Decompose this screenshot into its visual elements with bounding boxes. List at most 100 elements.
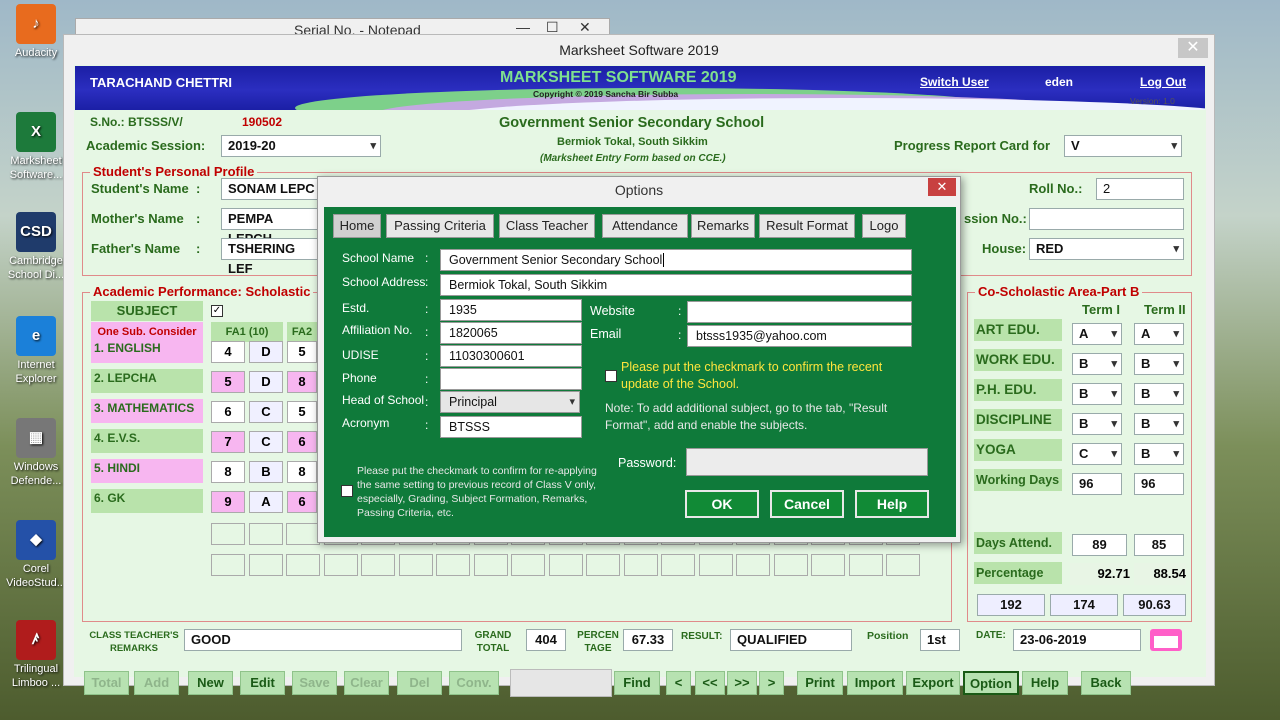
- tab-logo[interactable]: Logo: [862, 214, 906, 238]
- convert-button[interactable]: Conv.: [449, 671, 499, 695]
- udise-input[interactable]: 11030300601: [440, 345, 582, 367]
- school-name-input[interactable]: Government Senior Secondary School: [440, 249, 912, 271]
- fa2-score[interactable]: 5: [287, 341, 317, 363]
- fa1-grade[interactable]: C: [249, 401, 283, 423]
- school-address-input[interactable]: Bermiok Tokal, South Sikkim: [440, 274, 912, 296]
- export-button[interactable]: Export: [906, 671, 960, 695]
- coscholastic-t2-select[interactable]: A: [1134, 323, 1184, 345]
- affiliation-input[interactable]: 1820065: [440, 322, 582, 344]
- print-button[interactable]: Print: [797, 671, 843, 695]
- fa1-score[interactable]: 9: [211, 491, 245, 513]
- fa2-score[interactable]: 8: [287, 371, 317, 393]
- mother-name-input[interactable]: PEMPA LEPCH: [221, 208, 321, 246]
- coscholastic-t1-select[interactable]: A: [1072, 323, 1122, 345]
- add-button[interactable]: Add: [134, 671, 179, 695]
- website-input[interactable]: [687, 301, 912, 323]
- session-select[interactable]: 2019-20: [221, 135, 381, 157]
- empty-cell[interactable]: [548, 554, 583, 576]
- coscholastic-t1-select[interactable]: B: [1072, 383, 1122, 405]
- empty-cell[interactable]: [398, 554, 433, 576]
- empty-cell[interactable]: [286, 523, 320, 545]
- fa1-score[interactable]: 8: [211, 461, 245, 483]
- back-button[interactable]: Back: [1081, 671, 1131, 695]
- head-of-school-select[interactable]: Principal: [440, 391, 580, 413]
- empty-cell[interactable]: [811, 554, 845, 576]
- delete-button[interactable]: Del: [397, 671, 442, 695]
- fa1-score[interactable]: 5: [211, 371, 245, 393]
- fa1-score[interactable]: 7: [211, 431, 245, 453]
- fa1-grade[interactable]: D: [249, 371, 283, 393]
- house-select[interactable]: RED: [1029, 238, 1184, 260]
- next-button[interactable]: >: [759, 671, 784, 695]
- tab-remarks[interactable]: Remarks: [691, 214, 755, 238]
- empty-cell[interactable]: [323, 554, 358, 576]
- empty-cell[interactable]: [886, 554, 920, 576]
- empty-cell[interactable]: [286, 554, 320, 576]
- coscholastic-t2-select[interactable]: B: [1134, 353, 1184, 375]
- find-button[interactable]: Find: [614, 671, 660, 695]
- estd-input[interactable]: 1935: [440, 299, 582, 321]
- calendar-icon[interactable]: [1150, 629, 1182, 651]
- tab-home[interactable]: Home: [333, 214, 381, 238]
- empty-cell[interactable]: [848, 554, 883, 576]
- desktop-icon[interactable]: ꤰ Trilingual Limboo ...: [0, 620, 72, 690]
- edit-button[interactable]: Edit: [240, 671, 285, 695]
- student-name-input[interactable]: SONAM LEPC: [221, 178, 321, 200]
- fa1-score[interactable]: 4: [211, 341, 245, 363]
- coscholastic-t1-select[interactable]: B: [1072, 413, 1122, 435]
- save-button[interactable]: Save: [292, 671, 337, 695]
- empty-cell[interactable]: [211, 523, 245, 545]
- tab-attendance[interactable]: Attendance: [602, 214, 688, 238]
- coscholastic-t1-select[interactable]: C: [1072, 443, 1122, 465]
- desktop-icon[interactable]: e Internet Explorer: [0, 316, 72, 386]
- empty-cell[interactable]: [698, 554, 733, 576]
- admission-no-input[interactable]: [1029, 208, 1184, 230]
- find-input[interactable]: [510, 669, 612, 697]
- password-input[interactable]: [686, 448, 928, 476]
- empty-cell[interactable]: [586, 554, 620, 576]
- first-button[interactable]: <<: [695, 671, 725, 695]
- desktop-icon[interactable]: X Marksheet Software...: [0, 112, 72, 182]
- tab-passing-criteria[interactable]: Passing Criteria: [386, 214, 494, 238]
- fa1-grade[interactable]: C: [249, 431, 283, 453]
- import-button[interactable]: Import: [847, 671, 903, 695]
- ok-button[interactable]: OK: [685, 490, 759, 518]
- fa1-score[interactable]: 6: [211, 401, 245, 423]
- desktop-icon[interactable]: ♪ Audacity: [0, 4, 72, 60]
- option-button[interactable]: Option: [963, 671, 1019, 695]
- logout-link[interactable]: Log Out: [1140, 75, 1186, 89]
- coscholastic-t2-select[interactable]: B: [1134, 443, 1184, 465]
- days-attended-term2[interactable]: 85: [1134, 534, 1184, 556]
- dialog-close-button[interactable]: ✕: [928, 178, 956, 196]
- help-dialog-button[interactable]: Help: [855, 490, 929, 518]
- empty-cell[interactable]: [773, 554, 808, 576]
- empty-cell[interactable]: [436, 554, 470, 576]
- fa2-score[interactable]: 8: [287, 461, 317, 483]
- days-attended-term1[interactable]: 89: [1072, 534, 1127, 556]
- phone-input[interactable]: [440, 368, 582, 390]
- fa2-score[interactable]: 5: [287, 401, 317, 423]
- fa1-grade[interactable]: A: [249, 491, 283, 513]
- coscholastic-t2-select[interactable]: B: [1134, 383, 1184, 405]
- subject-checkbox[interactable]: ✓: [211, 305, 223, 317]
- empty-cell[interactable]: [361, 554, 395, 576]
- empty-cell[interactable]: [623, 554, 658, 576]
- empty-cell[interactable]: [511, 554, 545, 576]
- remarks-input[interactable]: GOOD: [184, 629, 462, 651]
- coscholastic-t1-select[interactable]: 96: [1072, 473, 1122, 495]
- empty-cell[interactable]: [736, 554, 770, 576]
- minimize-icon[interactable]: —: [516, 19, 530, 35]
- tab-result-format[interactable]: Result Format: [759, 214, 855, 238]
- email-input[interactable]: btsss1935@yahoo.com: [687, 325, 912, 347]
- window-close-button[interactable]: ✕: [1178, 38, 1208, 58]
- report-class-select[interactable]: V: [1064, 135, 1182, 157]
- clear-button[interactable]: Clear: [344, 671, 389, 695]
- empty-cell[interactable]: [248, 554, 283, 576]
- fa1-grade[interactable]: B: [249, 461, 283, 483]
- empty-cell[interactable]: [473, 554, 508, 576]
- cancel-button[interactable]: Cancel: [770, 490, 844, 518]
- roll-no-input[interactable]: 2: [1096, 178, 1184, 200]
- previous-button[interactable]: <: [666, 671, 691, 695]
- confirm-update-checkbox[interactable]: [605, 370, 617, 382]
- last-button[interactable]: >>: [727, 671, 757, 695]
